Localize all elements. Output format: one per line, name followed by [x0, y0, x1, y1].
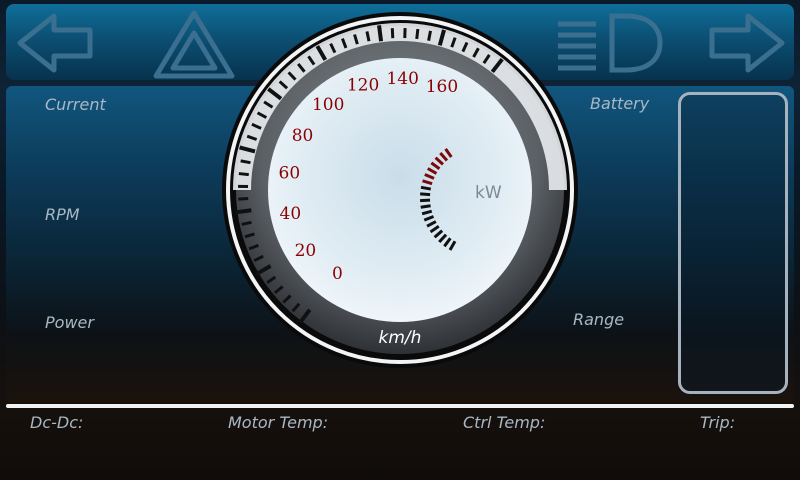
gauge-tick [235, 208, 252, 215]
speed-scale-label: 20 [295, 241, 317, 261]
dcdc-label: Dc-Dc: [30, 413, 84, 432]
current-label: Current [45, 95, 106, 114]
rpm-label: RPM [45, 205, 80, 224]
speed-scale-label: 60 [279, 164, 301, 184]
gauge-tick [240, 159, 251, 165]
power-label: Power [45, 313, 94, 332]
range-label: Range [573, 310, 625, 329]
speed-scale-label: 80 [292, 126, 314, 146]
bottom-divider [6, 404, 794, 408]
battery-gauge [678, 92, 788, 394]
gauge-tick [238, 172, 249, 177]
speed-scale-label: 0 [332, 264, 343, 284]
motor-temp-label: Motor Temp: [228, 413, 329, 432]
battery-label: Battery [590, 94, 650, 113]
gauge-tick [427, 30, 432, 41]
speed-scale-label: 100 [312, 95, 344, 115]
speed-scale-label: 160 [426, 77, 458, 97]
kw-unit-label: kW [475, 183, 502, 203]
gauge-tick [415, 28, 420, 40]
speedometer-gauge: 0 20 40 60 80 100120 140 160 kW km/h [222, 12, 578, 368]
gauge-tick [241, 220, 252, 226]
gauge-tick [365, 31, 371, 42]
kw-tick [420, 185, 432, 191]
left-arrow-icon[interactable] [16, 12, 96, 74]
kw-tick [420, 204, 431, 209]
speed-scale-label: 120 [347, 75, 379, 95]
right-arrow-icon[interactable] [706, 12, 786, 74]
kw-tick [420, 192, 431, 197]
speed-unit-label: km/h [379, 328, 422, 348]
speed-scale-label: 140 [386, 69, 418, 89]
ctrl-temp-label: Ctrl Temp: [463, 413, 546, 432]
trip-label: Trip: [700, 413, 736, 432]
gauge-tick [377, 25, 384, 42]
speed-scale-label: 40 [280, 204, 302, 224]
gauge-tick [238, 197, 249, 201]
